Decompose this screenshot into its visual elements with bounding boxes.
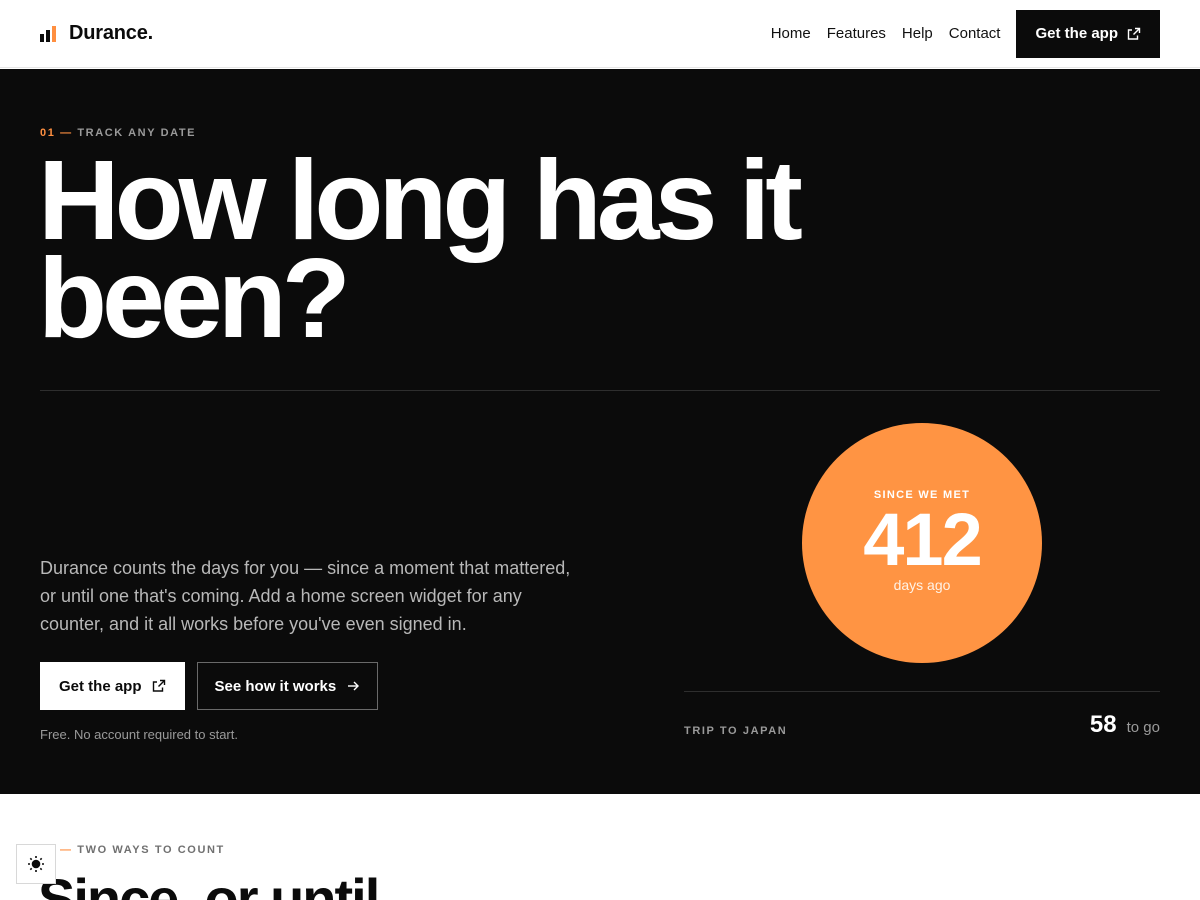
get-the-app-nav-label: Get the app xyxy=(1035,25,1118,42)
arrow-right-icon xyxy=(348,681,360,691)
see-how-it-works-button[interactable]: See how it works xyxy=(196,662,379,710)
see-how-it-works-label: See how it works xyxy=(214,677,337,695)
external-link-icon xyxy=(152,679,165,692)
nav-link-home[interactable]: Home xyxy=(771,25,811,42)
top-nav-bar: Durance. Home Features Help Contact Get … xyxy=(0,0,1200,68)
get-the-app-button[interactable]: Get the app xyxy=(40,662,185,710)
hero-description: Durance counts the days for you — since … xyxy=(40,558,571,634)
section2-eyebrow: — TWO WAYS TO COUNT xyxy=(40,844,225,856)
free-note: Free. No account required to start. xyxy=(40,727,238,742)
get-the-app-label: Get the app xyxy=(59,677,142,695)
nav-link-features[interactable]: Features xyxy=(827,25,886,42)
hero-headline-line2: been? xyxy=(38,235,351,361)
nav-link-help[interactable]: Help xyxy=(902,25,933,42)
external-link-icon xyxy=(1127,27,1141,40)
counter-value: 412 xyxy=(863,498,982,581)
trip-count-value: 58 xyxy=(1089,711,1117,738)
section2-headline: Since, or until. xyxy=(38,867,394,900)
hero-divider xyxy=(40,390,1160,391)
trip-count-suffix: to go xyxy=(1126,719,1160,736)
since-counter-circle: SINCE WE MET 412 days ago xyxy=(802,423,1042,663)
trip-countdown: 58 to go xyxy=(1090,711,1160,739)
counter-divider xyxy=(684,691,1160,692)
nav-link-contact[interactable]: Contact xyxy=(949,25,1001,42)
sun-icon xyxy=(28,856,44,872)
brand-name: Durance. xyxy=(69,22,153,44)
section2-eyebrow-dash: — xyxy=(60,844,73,856)
trip-label: TRIP TO JAPAN xyxy=(684,725,788,737)
hero-section: 01 — TRACK ANY DATE How long has it been… xyxy=(0,69,1200,794)
theme-toggle-button[interactable] xyxy=(16,844,56,884)
counter-unit: days ago xyxy=(893,577,951,593)
hero-actions: Get the app See how it works xyxy=(40,662,379,710)
section2-eyebrow-text: TWO WAYS TO COUNT xyxy=(72,844,225,856)
get-the-app-nav-button[interactable]: Get the app xyxy=(1016,9,1160,58)
bar-chart-logo-icon xyxy=(40,25,58,42)
main-nav: Home Features Help Contact Get the app xyxy=(771,9,1160,58)
brand-logo[interactable]: Durance. xyxy=(40,22,153,45)
hero-headline: How long has it been? xyxy=(38,144,838,355)
